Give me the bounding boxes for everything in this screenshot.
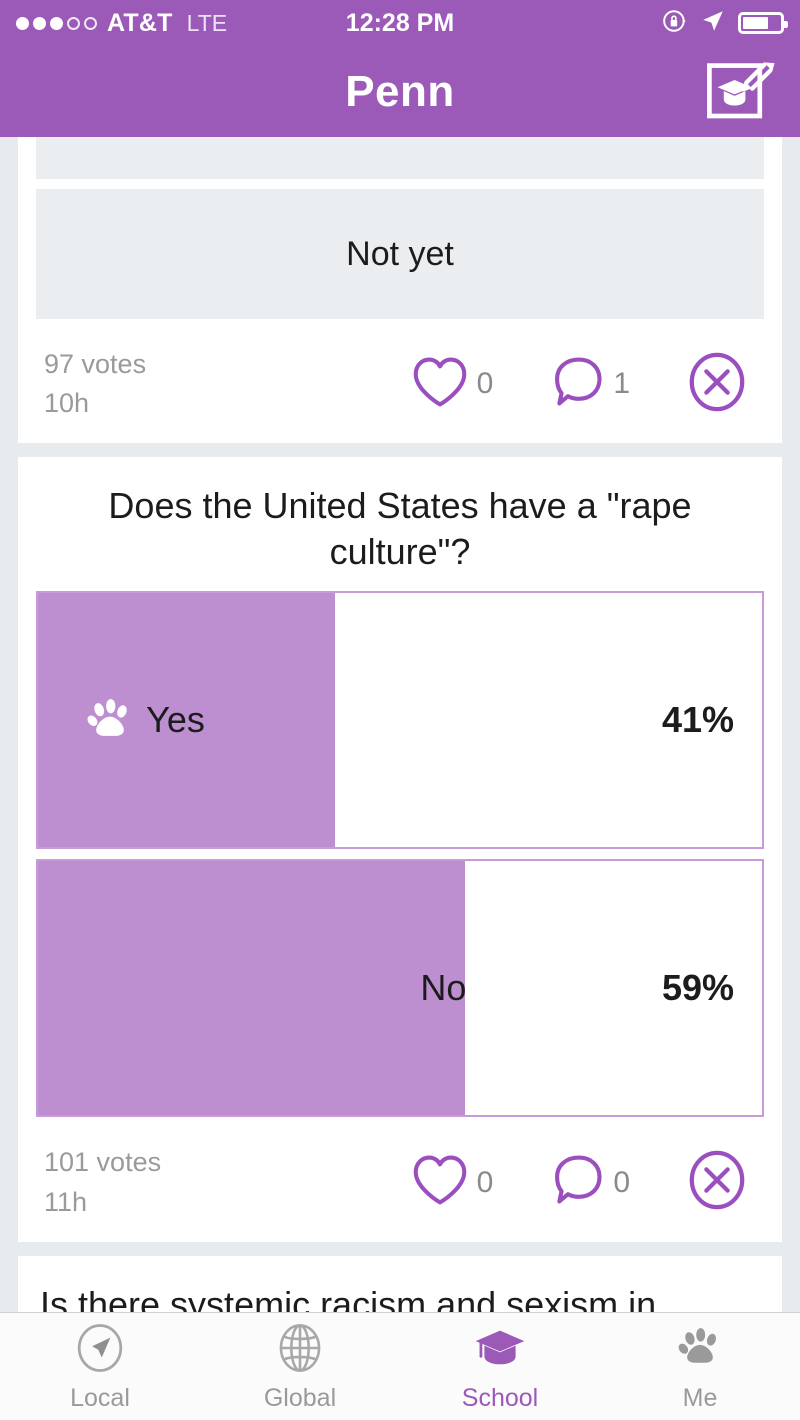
comment-icon <box>549 354 607 415</box>
poll-option-label: Yes <box>146 699 205 741</box>
page-title: Penn <box>345 67 455 117</box>
poll-question: Is there systemic racism and sexism in <box>18 1256 782 1313</box>
like-button[interactable]: 0 <box>409 1152 494 1213</box>
tab-label-me: Me <box>683 1384 718 1413</box>
bottom-tab-bar[interactable]: Local Global <box>0 1312 800 1420</box>
like-button[interactable]: 0 <box>409 354 494 415</box>
dismiss-button[interactable] <box>686 351 748 418</box>
tab-label-global: Global <box>264 1384 336 1413</box>
poll-option-content: Yes 41% <box>38 593 762 847</box>
status-bar-left: AT&T LTE <box>16 9 227 38</box>
close-circle-icon <box>686 351 748 418</box>
navigation-bar: Penn <box>0 46 800 137</box>
paw-icon <box>673 1320 727 1376</box>
poll-option-content: No 59% <box>38 861 762 1115</box>
heart-icon <box>409 354 471 415</box>
dismiss-button[interactable] <box>686 1149 748 1216</box>
poll-meta: 97 votes 10h <box>44 345 146 423</box>
poll-card-footer: 97 votes 10h 0 <box>18 329 782 443</box>
poll-card[interactable]: Not yet 97 votes 10h 0 <box>18 137 782 443</box>
poll-options[interactable]: Not yet <box>18 137 782 319</box>
status-bar-right <box>662 8 784 39</box>
poll-option-label: No <box>420 967 466 1009</box>
comment-icon <box>549 1152 607 1213</box>
battery-icon <box>738 12 784 34</box>
post-age: 11h <box>44 1183 161 1222</box>
carrier-label: AT&T <box>107 9 173 38</box>
network-type-label: LTE <box>187 10 227 37</box>
tab-label-school: School <box>462 1384 538 1413</box>
comment-count: 1 <box>613 367 630 401</box>
poll-actions: 0 0 <box>409 1149 756 1216</box>
status-bar: AT&T LTE 12:28 PM <box>0 0 800 46</box>
tab-school[interactable]: School <box>400 1313 600 1420</box>
poll-actions: 0 1 <box>409 351 756 418</box>
poll-option[interactable]: Yes 41% <box>36 591 764 849</box>
compose-poll-button[interactable] <box>698 53 782 131</box>
poll-option[interactable] <box>36 137 764 179</box>
poll-option[interactable]: Not yet <box>36 189 764 319</box>
signal-strength-icon <box>16 17 97 30</box>
tab-global[interactable]: Global <box>200 1313 400 1420</box>
tab-me[interactable]: Me <box>600 1313 800 1420</box>
compose-poll-icon <box>702 53 778 130</box>
vote-count: 101 votes <box>44 1143 161 1182</box>
poll-question: Does the United States have a "rape cult… <box>18 457 782 591</box>
like-count: 0 <box>477 1166 494 1200</box>
close-circle-icon <box>686 1149 748 1216</box>
comment-count: 0 <box>613 1166 630 1200</box>
graduation-cap-icon <box>472 1320 528 1376</box>
compass-icon <box>74 1320 126 1376</box>
poll-card[interactable]: Is there systemic racism and sexism in <box>18 1256 782 1313</box>
poll-feed[interactable]: Not yet 97 votes 10h 0 <box>0 137 800 1313</box>
vote-count: 97 votes <box>44 345 146 384</box>
comment-button[interactable]: 1 <box>549 354 630 415</box>
poll-meta: 101 votes 11h <box>44 1143 161 1221</box>
poll-option-percent: 59% <box>662 967 734 1009</box>
poll-options[interactable]: Yes 41% No 59% <box>18 591 782 1117</box>
globe-icon <box>274 1320 326 1376</box>
poll-card[interactable]: Does the United States have a "rape cult… <box>18 457 782 1241</box>
comment-button[interactable]: 0 <box>549 1152 630 1213</box>
poll-card-footer: 101 votes 11h 0 <box>18 1127 782 1241</box>
post-age: 10h <box>44 384 146 423</box>
like-count: 0 <box>477 367 494 401</box>
tab-local[interactable]: Local <box>0 1313 200 1420</box>
rotation-lock-icon <box>662 8 688 39</box>
tab-label-local: Local <box>70 1384 130 1413</box>
poll-option-label: Not yet <box>346 235 454 274</box>
poll-option[interactable]: No 59% <box>36 859 764 1117</box>
poll-option-percent: 41% <box>662 699 734 741</box>
location-arrow-icon <box>700 8 726 39</box>
heart-icon <box>409 1152 471 1213</box>
